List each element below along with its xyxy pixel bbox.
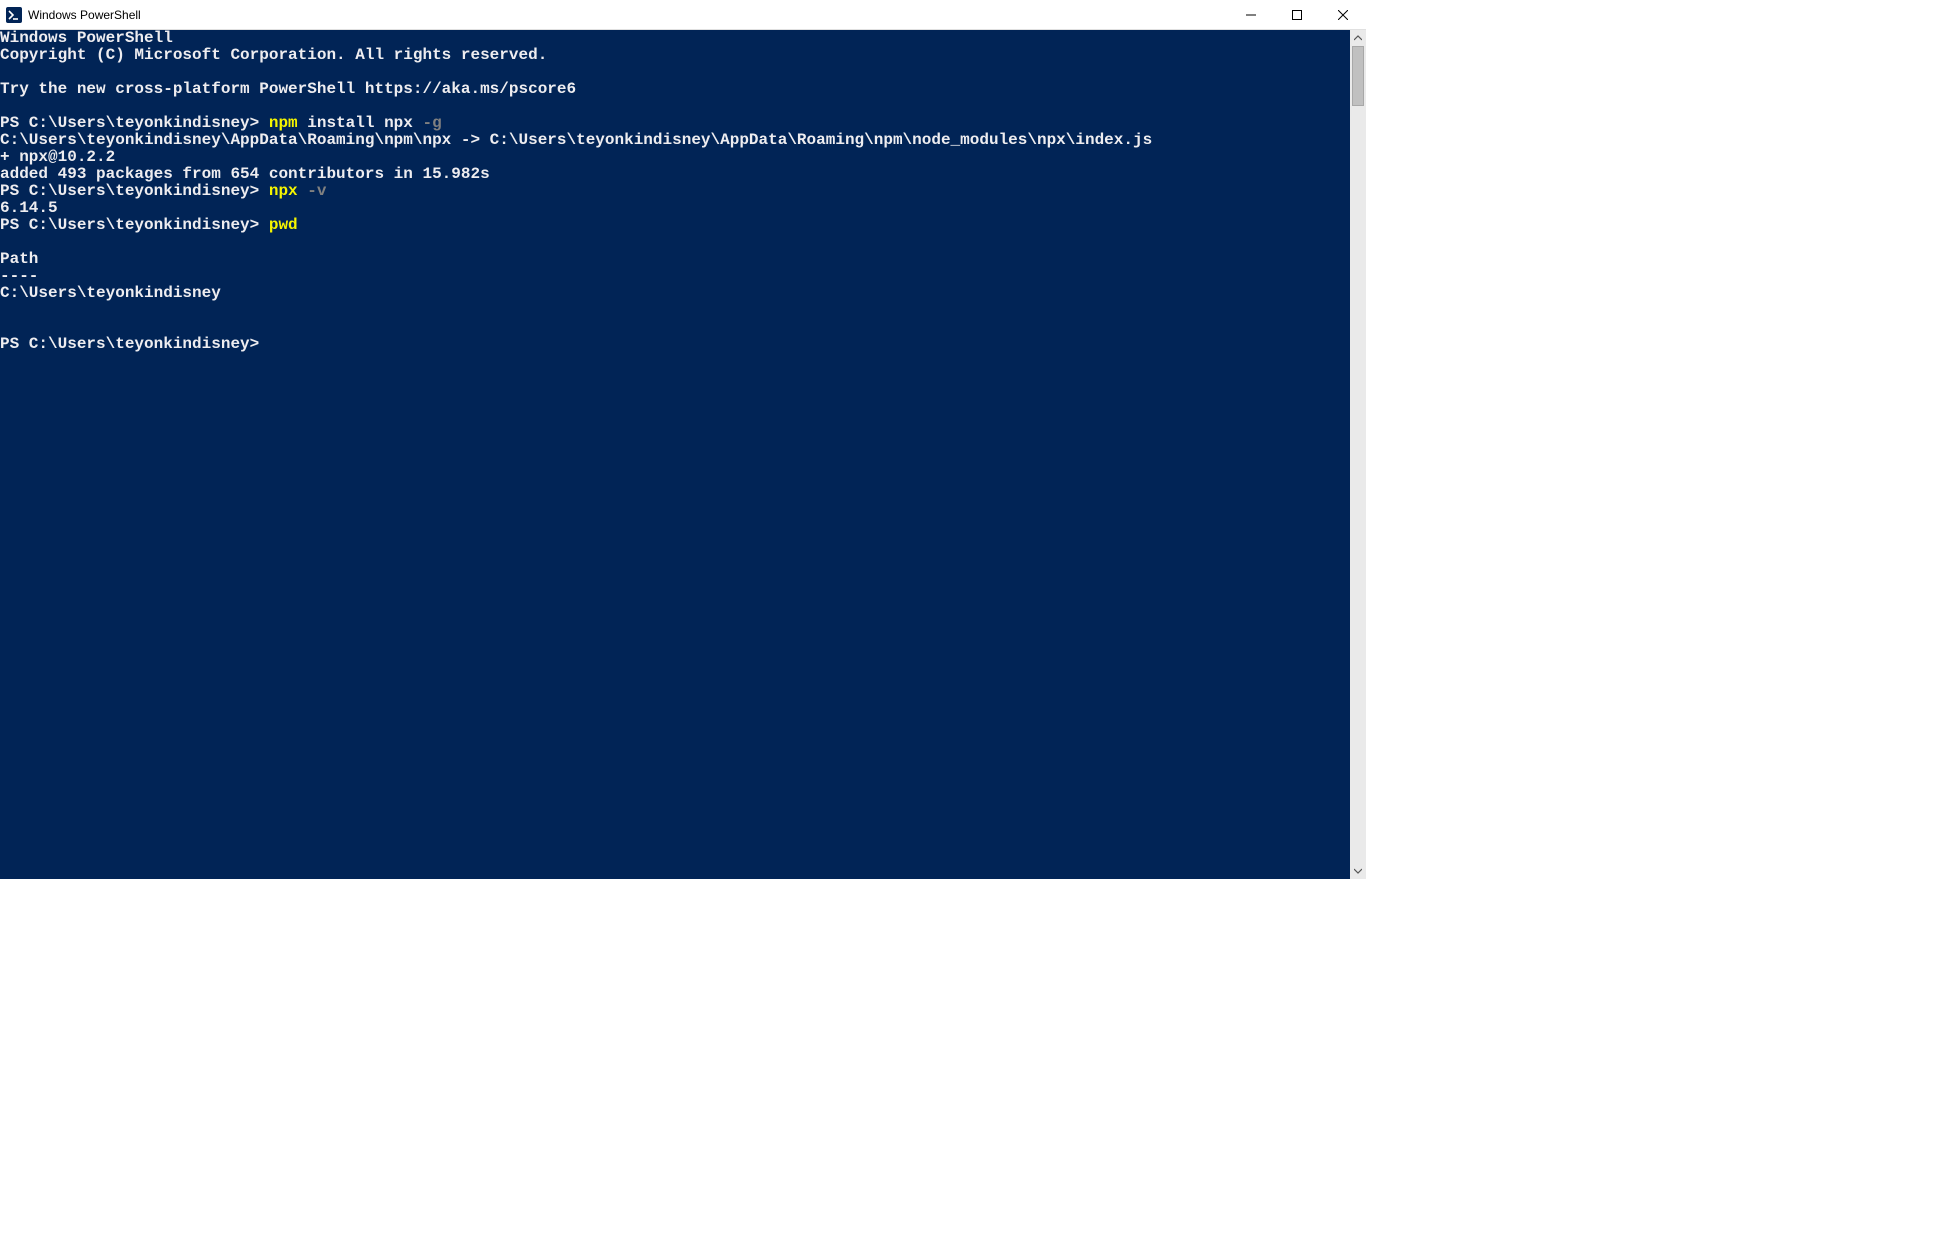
window-controls: [1228, 0, 1366, 29]
output-line: C:\Users\teyonkindisney: [0, 284, 221, 302]
cmd-flag: -v: [307, 182, 326, 200]
prompt: PS C:\Users\teyonkindisney>: [0, 182, 269, 200]
powershell-icon: [6, 7, 22, 23]
cmd-keyword: pwd: [269, 216, 298, 234]
output-line: added 493 packages from 654 contributors…: [0, 165, 490, 183]
titlebar[interactable]: Windows PowerShell: [0, 0, 1366, 30]
terminal-output[interactable]: Windows PowerShell Copyright (C) Microso…: [0, 30, 1350, 879]
prompt: PS C:\Users\teyonkindisney>: [0, 335, 269, 353]
prompt: PS C:\Users\teyonkindisney>: [0, 114, 269, 132]
output-header: Path: [0, 250, 38, 268]
close-button[interactable]: [1320, 0, 1366, 29]
cmd-space: [298, 182, 308, 200]
output-line: + npx@10.2.2: [0, 148, 115, 166]
banner-line-1: Windows PowerShell: [0, 30, 173, 47]
cmd-args: install npx: [298, 114, 423, 132]
cmd-keyword: npm: [269, 114, 298, 132]
vertical-scrollbar[interactable]: [1350, 30, 1366, 879]
scroll-up-button[interactable]: [1350, 30, 1366, 46]
scroll-thumb[interactable]: [1352, 46, 1364, 106]
chevron-down-icon: [1354, 868, 1362, 874]
scroll-track[interactable]: [1350, 46, 1366, 863]
banner-line-2: Copyright (C) Microsoft Corporation. All…: [0, 46, 547, 64]
terminal-container: Windows PowerShell Copyright (C) Microso…: [0, 30, 1366, 879]
output-divider: ----: [0, 267, 38, 285]
close-icon: [1338, 10, 1348, 20]
minimize-icon: [1246, 10, 1256, 20]
chevron-up-icon: [1354, 35, 1362, 41]
prompt: PS C:\Users\teyonkindisney>: [0, 216, 269, 234]
scroll-down-button[interactable]: [1350, 863, 1366, 879]
maximize-icon: [1292, 10, 1302, 20]
maximize-button[interactable]: [1274, 0, 1320, 29]
minimize-button[interactable]: [1228, 0, 1274, 29]
try-pscore-line: Try the new cross-platform PowerShell ht…: [0, 80, 576, 98]
output-line: 6.14.5: [0, 199, 58, 217]
output-line: C:\Users\teyonkindisney\AppData\Roaming\…: [0, 131, 1152, 149]
cmd-keyword: npx: [269, 182, 298, 200]
window-title: Windows PowerShell: [28, 8, 1228, 22]
cmd-flag: -g: [422, 114, 441, 132]
